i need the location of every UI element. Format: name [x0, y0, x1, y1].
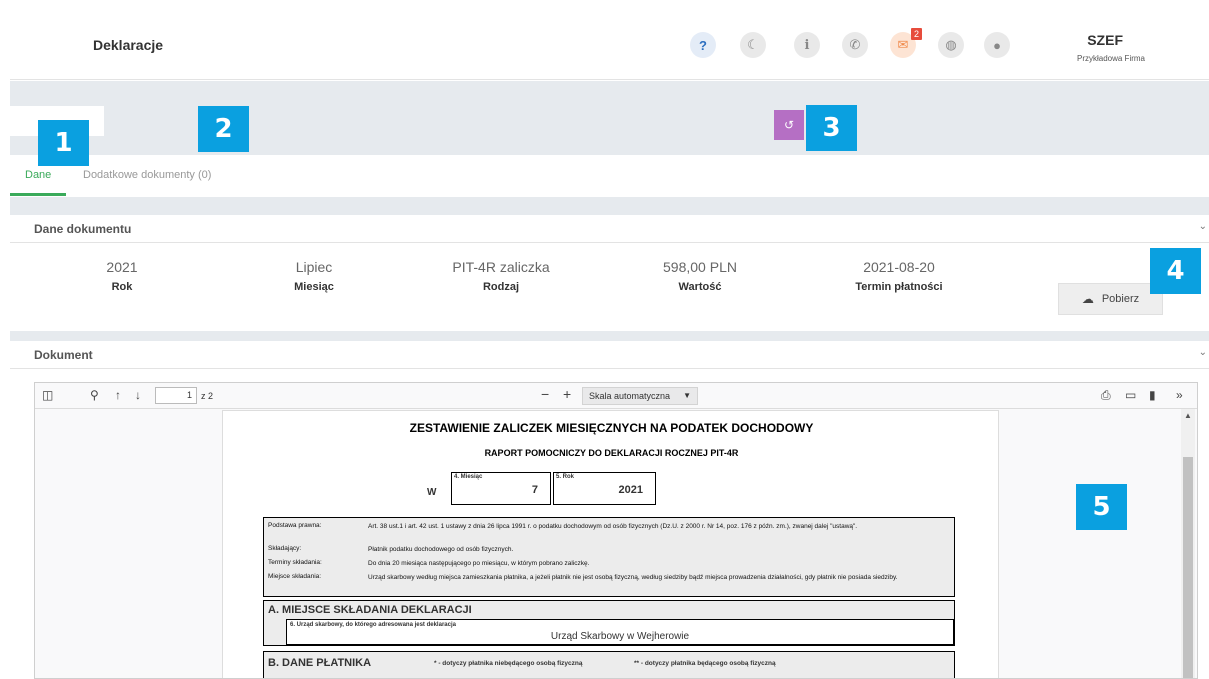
search-icon[interactable]: ⚲ — [90, 388, 99, 402]
cloud-download-icon: ☁ — [1081, 292, 1094, 306]
tabs-bar: Dane Dodatkowe dokumenty (0) — [10, 155, 1209, 197]
history-icon[interactable]: ↺ — [774, 110, 804, 140]
year-caption: 5. Rok — [556, 474, 575, 480]
scroll-thumb[interactable] — [1183, 457, 1193, 678]
field-value: 2021 — [106, 259, 138, 275]
sidebar-toggle-icon[interactable]: ◫ — [42, 388, 53, 402]
bookmark-icon[interactable]: ▮ — [1149, 388, 1156, 402]
pdf-page: ZESTAWIENIE ZALICZEK MIESIĘCZNYCH NA POD… — [222, 410, 999, 678]
section-a: A. MIEJSCE SKŁADANIA DEKLARACJI 6. Urząd… — [263, 600, 955, 646]
month-caption: 4. Miesiąc — [454, 474, 483, 480]
pdf-viewer: ◫ ⚲ ↑ ↓ 1 z 2 − + Skala automatyczna ▼ ⎙… — [34, 382, 1198, 679]
section-title: Dokument — [34, 348, 93, 362]
field-wartosc: 598,00 PLN Wartość — [610, 259, 790, 293]
section-b: B. DANE PŁATNIKA * - dotyczy płatnika ni… — [263, 651, 955, 678]
toolbar-band — [10, 81, 1209, 155]
zoom-out-icon[interactable]: − — [541, 386, 549, 402]
save-icon[interactable]: ▭ — [1125, 388, 1136, 402]
active-tab-indicator — [10, 193, 66, 196]
field-label: Rodzaj — [482, 281, 520, 293]
chevron-down-icon: ▼ — [683, 391, 691, 400]
zoom-select[interactable]: Skala automatyczna ▼ — [582, 387, 698, 405]
phone-icon[interactable]: ✆ — [842, 32, 868, 58]
info-text: Do dnia 20 miesiąca następującego po mie… — [368, 560, 590, 567]
field-termin-platnosci: 2021-08-20 Termin płatności — [809, 259, 989, 293]
doc-subtitle: RAPORT POMOCNICZY DO DEKLARACJI ROCZNEJ … — [484, 448, 739, 458]
info-text: Urząd skarbowy według miejsca zamieszkan… — [368, 574, 898, 581]
marker-2: 2 — [198, 106, 249, 152]
field-label: Wartość — [678, 281, 722, 293]
info-text: Art. 38 ust.1 i art. 42 ust. 1 ustawy z … — [368, 523, 858, 530]
w-label: W — [427, 487, 437, 498]
info-text: Płatnik podatku dochodowego od osób fizy… — [368, 546, 514, 553]
pdf-scrollbar[interactable]: ▲ — [1181, 409, 1195, 678]
marker-4: 4 — [1150, 248, 1201, 294]
office-caption: 6. Urząd skarbowy, do którego adresowana… — [290, 622, 456, 628]
chevron-down-icon[interactable]: ⌄ — [1199, 347, 1207, 358]
note-1: * - dotyczy płatnika niebędącego osobą f… — [434, 660, 583, 667]
marker-5: 5 — [1076, 484, 1127, 530]
download-button[interactable]: ☁ Pobierz — [1058, 283, 1163, 315]
field-rodzaj: PIT-4R zaliczka Rodzaj — [411, 259, 591, 293]
page-number-input[interactable]: 1 — [155, 387, 197, 404]
previous-page-icon[interactable]: ↑ — [115, 388, 121, 402]
globe-icon[interactable]: ◍ — [938, 32, 964, 58]
year-box: 5. Rok 2021 — [553, 472, 656, 505]
moon-icon[interactable]: ☾ — [740, 32, 766, 58]
mail-count-badge: 2 — [910, 28, 922, 40]
top-header: Deklaracje ? ☾ i ✆ ✉ 2 ◍ ● SZEF Przykład… — [10, 0, 1209, 80]
pdf-toolbar: ◫ ⚲ ↑ ↓ 1 z 2 − + Skala automatyczna ▼ ⎙… — [35, 383, 1197, 409]
user-icon[interactable]: ● — [984, 32, 1010, 58]
month-box: 4. Miesiąc 7 — [451, 472, 551, 505]
section-dokument-header[interactable]: Dokument ⌄ — [10, 341, 1209, 369]
info-key: Składający: — [268, 545, 302, 552]
field-miesiac: Lipiec Miesiąc — [224, 259, 404, 293]
field-value: 2021-08-20 — [863, 259, 935, 275]
chevron-down-icon[interactable]: ⌄ — [1199, 221, 1207, 232]
marker-3: 3 — [806, 105, 857, 151]
download-label: Pobierz — [1101, 293, 1140, 305]
field-label: Miesiąc — [294, 281, 334, 293]
field-label: Termin płatności — [855, 281, 943, 293]
page-title: Deklaracje — [93, 37, 164, 53]
field-value: 598,00 PLN — [663, 259, 737, 275]
field-value: Lipiec — [295, 259, 333, 275]
page-count: z 2 — [201, 391, 214, 401]
help-icon[interactable]: ? — [690, 32, 716, 58]
chevron-up-icon[interactable]: ▲ — [1184, 411, 1192, 420]
tab-dodatkowe-dokumenty[interactable]: Dodatkowe dokumenty (0) — [83, 169, 211, 181]
info-key: Podstawa prawna: — [268, 522, 322, 529]
separator — [10, 197, 1209, 215]
field-value: PIT-4R zaliczka — [452, 259, 550, 275]
tab-dane[interactable]: Dane — [25, 169, 51, 181]
field-label: Rok — [111, 281, 133, 293]
page: Deklaracje ? ☾ i ✆ ✉ 2 ◍ ● SZEF Przykład… — [0, 0, 1209, 679]
section-title: Dane dokumentu — [34, 222, 132, 236]
field-rok: 2021 Rok — [32, 259, 212, 293]
separator — [10, 331, 1209, 341]
tools-menu-icon[interactable]: » — [1176, 388, 1183, 402]
office-box: 6. Urząd skarbowy, do którego adresowana… — [286, 619, 954, 645]
section-a-heading: A. MIEJSCE SKŁADANIA DEKLARACJI — [268, 604, 472, 616]
zoom-value: Skala automatyczna — [589, 391, 671, 401]
zoom-in-icon[interactable]: + — [563, 386, 571, 402]
user-name[interactable]: SZEF — [1087, 32, 1123, 48]
company-name: Przykładowa Firma — [1076, 54, 1145, 63]
section-dane-dokumentu-header[interactable]: Dane dokumentu ⌄ — [10, 215, 1209, 243]
note-2: ** - dotyczy płatnika będącego osobą fiz… — [634, 660, 776, 667]
legal-info-box: Podstawa prawna: Art. 38 ust.1 i art. 42… — [263, 517, 955, 597]
month-value: 7 — [531, 484, 538, 496]
document-details: 2021 Rok Lipiec Miesiąc PIT-4R zaliczka … — [10, 243, 1209, 331]
print-icon[interactable]: ⎙ — [1101, 388, 1111, 403]
doc-title: ZESTAWIENIE ZALICZEK MIESIĘCZNYCH NA POD… — [409, 421, 814, 435]
office-value: Urząd Skarbowy w Wejherowie — [550, 631, 690, 642]
info-key: Miejsce składania: — [268, 573, 322, 580]
info-key: Terminy składania: — [268, 559, 322, 566]
next-page-icon[interactable]: ↓ — [135, 388, 141, 402]
marker-1: 1 — [38, 120, 89, 166]
mail-icon[interactable]: ✉ 2 — [890, 28, 922, 58]
info-icon[interactable]: i — [794, 32, 820, 58]
year-value: 2021 — [618, 484, 643, 496]
section-b-heading: B. DANE PŁATNIKA — [268, 657, 372, 669]
